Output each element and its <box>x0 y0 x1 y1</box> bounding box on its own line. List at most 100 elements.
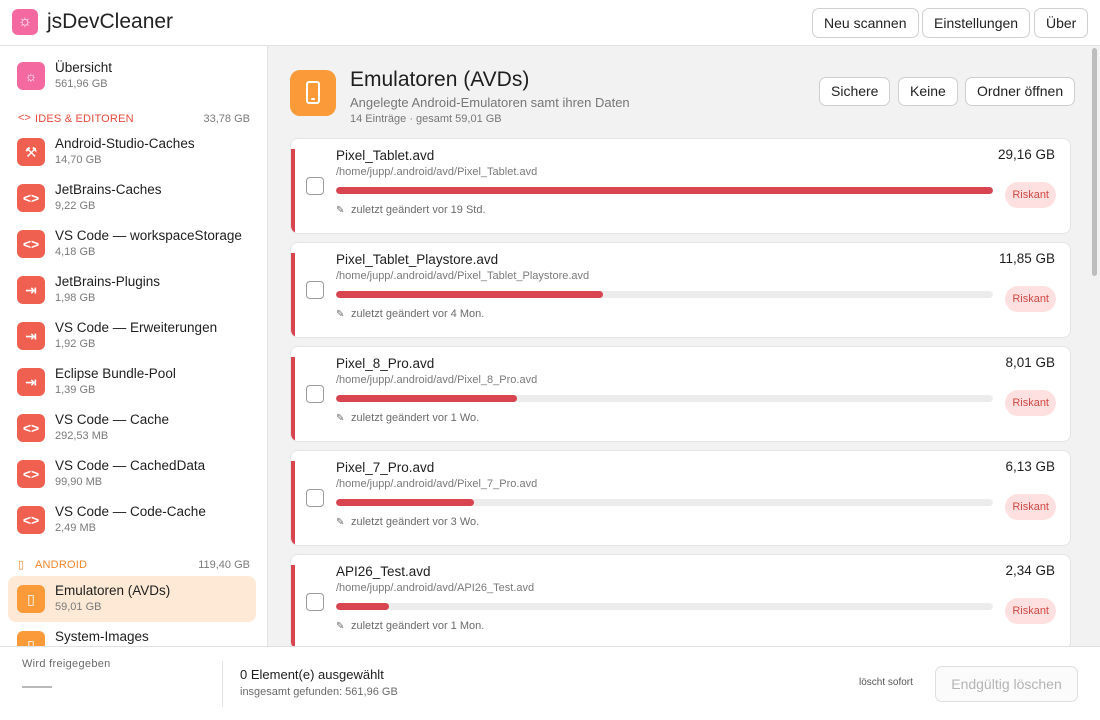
sidebar-group-size: 33,78 GB <box>203 113 250 125</box>
entry-path: /home/jupp/.android/avd/Pixel_8_Pro.avd <box>336 374 538 386</box>
main-panel: Emulatoren (AVDs) Angelegte Android-Emul… <box>268 46 1100 646</box>
pencil-icon: ✎ <box>336 309 345 320</box>
footer-bar: Wird freigegeben 0 Element(e) ausgewählt… <box>0 646 1100 720</box>
size-bar-fill <box>336 499 474 506</box>
entry-modified: ✎ zuletzt geändert vor 1 Wo. <box>336 412 479 424</box>
entry-modified-text: zuletzt geändert vor 4 Mon. <box>351 308 485 320</box>
sidebar-item-size: 1,39 GB <box>55 384 96 396</box>
sidebar-item-vscode-extensions[interactable]: ⇥ VS Code — Erweiterungen 1,92 GB <box>8 313 256 359</box>
sidebar-item-system-images[interactable]: ▯ System-Images <box>8 622 256 646</box>
code-icon: <> <box>17 184 45 212</box>
entry-name: Pixel_Tablet_Playstore.avd <box>336 252 499 267</box>
wrench-icon: ⚒ <box>17 138 45 166</box>
entry-checkbox[interactable] <box>306 489 324 507</box>
size-bar-fill <box>336 291 603 298</box>
entry-checkbox[interactable] <box>306 177 324 195</box>
sidebar-item-overview[interactable]: ☼ Übersicht 561,96 GB <box>8 53 256 99</box>
size-bar <box>336 499 993 506</box>
size-bar <box>336 395 993 402</box>
category-subtitle: Angelegte Android-Emulatoren samt ihren … <box>350 95 630 110</box>
sidebar-item-android-studio-caches[interactable]: ⚒ Android-Studio-Caches 14,70 GB <box>8 129 256 175</box>
sidebar-item-label: Android-Studio-Caches <box>55 136 195 151</box>
phone-icon: ▯ <box>18 559 25 571</box>
open-folder-button[interactable]: Ordner öffnen <box>965 77 1076 106</box>
code-icon: <> <box>17 460 45 488</box>
entry-path: /home/jupp/.android/avd/API26_Test.avd <box>336 582 535 594</box>
entry-modified-text: zuletzt geändert vor 3 Wo. <box>351 516 480 528</box>
selection-count: 0 Element(e) ausgewählt <box>240 667 384 682</box>
select-safe-button[interactable]: Sichere <box>819 77 891 106</box>
delete-mode-text: löscht sofort <box>859 677 913 688</box>
entry-size: 8,01 GB <box>1005 355 1055 370</box>
risk-badge: Riskant <box>1005 286 1056 312</box>
entry-name: API26_Test.avd <box>336 564 431 579</box>
code-icon: <> <box>17 414 45 442</box>
release-value-placeholder <box>22 686 52 688</box>
entry-card: Pixel_7_Pro.avd /home/jupp/.android/avd/… <box>290 450 1071 546</box>
rescan-button[interactable]: Neu scannen <box>812 8 919 38</box>
settings-button[interactable]: Einstellungen <box>922 8 1031 38</box>
code-icon: <> <box>17 506 45 534</box>
phone-icon <box>290 70 336 116</box>
sidebar-item-jetbrains-caches[interactable]: <> JetBrains-Caches 9,22 GB <box>8 175 256 221</box>
entry-size: 6,13 GB <box>1005 459 1055 474</box>
plugin-icon: ⇥ <box>17 276 45 304</box>
sidebar-item-emulators[interactable]: ▯ Emulatoren (AVDs) 59,01 GB <box>8 576 256 622</box>
sidebar-item-vscode-code-cache[interactable]: <> VS Code — Code-Cache 2,49 MB <box>8 497 256 543</box>
entry-modified-text: zuletzt geändert vor 1 Wo. <box>351 412 480 424</box>
delete-permanently-button[interactable]: Endgültig löschen <box>935 666 1078 702</box>
entry-size: 11,85 GB <box>998 251 1055 266</box>
size-bar-fill <box>336 603 389 610</box>
entry-size: 29,16 GB <box>997 147 1055 162</box>
entry-path: /home/jupp/.android/avd/Pixel_Tablet_Pla… <box>336 270 590 282</box>
sidebar-item-size: 14,70 GB <box>55 154 102 166</box>
pencil-icon: ✎ <box>336 517 345 528</box>
sidebar-group-label: IDEs & Editoren <box>35 113 134 125</box>
entry-card: Pixel_Tablet.avd /home/jupp/.android/avd… <box>290 138 1071 234</box>
entry-checkbox[interactable] <box>306 281 324 299</box>
phone-icon: ▯ <box>17 631 45 646</box>
sidebar-item-label: System-Images <box>55 629 149 644</box>
app-logo-icon: ☼ <box>12 9 38 35</box>
code-icon: <> <box>18 112 31 124</box>
total-found: insgesamt gefunden: 561,96 GB <box>240 686 398 698</box>
about-button[interactable]: Über <box>1034 8 1089 38</box>
entry-modified: ✎ zuletzt geändert vor 19 Std. <box>336 204 486 216</box>
app-header: ☼ jsDevCleaner Neu scannen Einstellungen… <box>0 0 1100 46</box>
size-bar <box>336 291 993 298</box>
select-none-button[interactable]: Keine <box>898 77 958 106</box>
sidebar-group-size: 119,40 GB <box>198 559 250 571</box>
entry-path: /home/jupp/.android/avd/Pixel_Tablet.avd <box>336 166 538 178</box>
risk-stripe <box>291 357 295 441</box>
entry-name: Pixel_Tablet.avd <box>336 148 435 163</box>
entry-modified: ✎ zuletzt geändert vor 3 Wo. <box>336 516 479 528</box>
entry-card: Pixel_Tablet_Playstore.avd /home/jupp/.a… <box>290 242 1071 338</box>
sidebar-item-label: Eclipse Bundle-Pool <box>55 366 176 381</box>
sidebar-item-vscode-workspacestorage[interactable]: <> VS Code — workspaceStorage 4,18 GB <box>8 221 256 267</box>
pencil-icon: ✎ <box>336 205 345 216</box>
risk-badge: Riskant <box>1005 390 1056 416</box>
sidebar-group-ides: <> IDEs & Editoren 33,78 GB <box>18 112 250 128</box>
sidebar-item-label: Übersicht <box>55 60 113 75</box>
sidebar-item-label: JetBrains-Plugins <box>55 274 161 289</box>
sidebar-item-jetbrains-plugins[interactable]: ⇥ JetBrains-Plugins 1,98 GB <box>8 267 256 313</box>
scrollbar-thumb[interactable] <box>1092 48 1097 276</box>
risk-stripe <box>291 149 295 233</box>
risk-stripe <box>291 565 295 646</box>
sidebar-item-label: VS Code — Cache <box>55 412 170 427</box>
entry-checkbox[interactable] <box>306 385 324 403</box>
size-bar-fill <box>336 187 993 194</box>
sidebar-item-label: Emulatoren (AVDs) <box>55 583 171 598</box>
size-bar <box>336 187 993 194</box>
sidebar-item-label: VS Code — workspaceStorage <box>55 228 242 243</box>
entry-name: Pixel_7_Pro.avd <box>336 460 435 475</box>
sidebar-item-label: JetBrains-Caches <box>55 182 162 197</box>
sidebar-item-vscode-cache[interactable]: <> VS Code — Cache 292,53 MB <box>8 405 256 451</box>
entry-checkbox[interactable] <box>306 593 324 611</box>
sidebar-item-vscode-cacheddata[interactable]: <> VS Code — CachedData 99,90 MB <box>8 451 256 497</box>
risk-badge: Riskant <box>1005 494 1056 520</box>
sidebar-item-eclipse-bundle-pool[interactable]: ⇥ Eclipse Bundle-Pool 1,39 GB <box>8 359 256 405</box>
size-bar-fill <box>336 395 517 402</box>
risk-badge: Riskant <box>1005 182 1056 208</box>
code-icon: <> <box>17 230 45 258</box>
